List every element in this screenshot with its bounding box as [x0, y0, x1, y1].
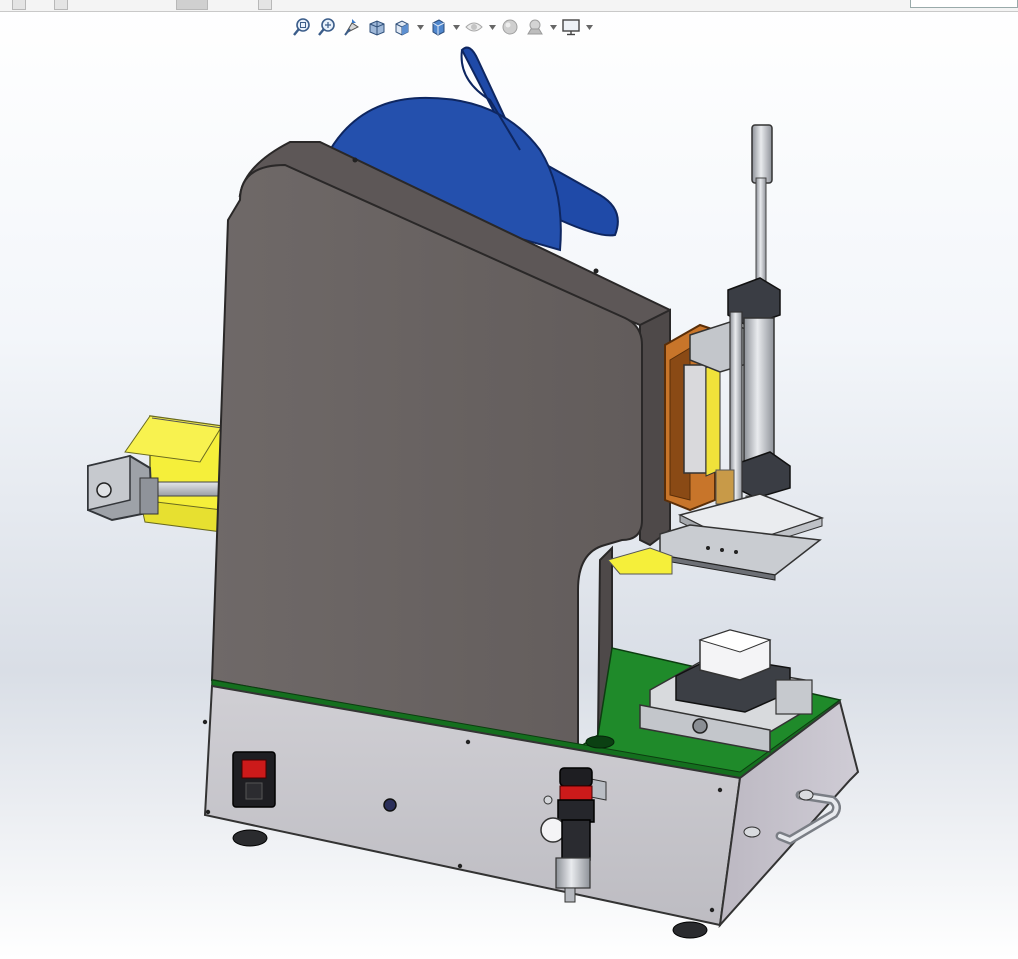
graphics-area[interactable]	[0, 11, 1018, 959]
indicator-light	[383, 798, 397, 812]
power-socket[interactable]	[232, 751, 276, 808]
cad-model-view	[87, 46, 860, 939]
toolbar-button[interactable]	[176, 0, 208, 10]
toolbar-button[interactable]	[258, 0, 272, 10]
conveyor-belt[interactable]	[87, 415, 223, 533]
toolbar-button[interactable]	[54, 0, 68, 10]
toolbar-button[interactable]	[12, 0, 26, 10]
search-input[interactable]	[910, 0, 1018, 8]
foot	[232, 829, 268, 847]
foot	[672, 921, 708, 939]
